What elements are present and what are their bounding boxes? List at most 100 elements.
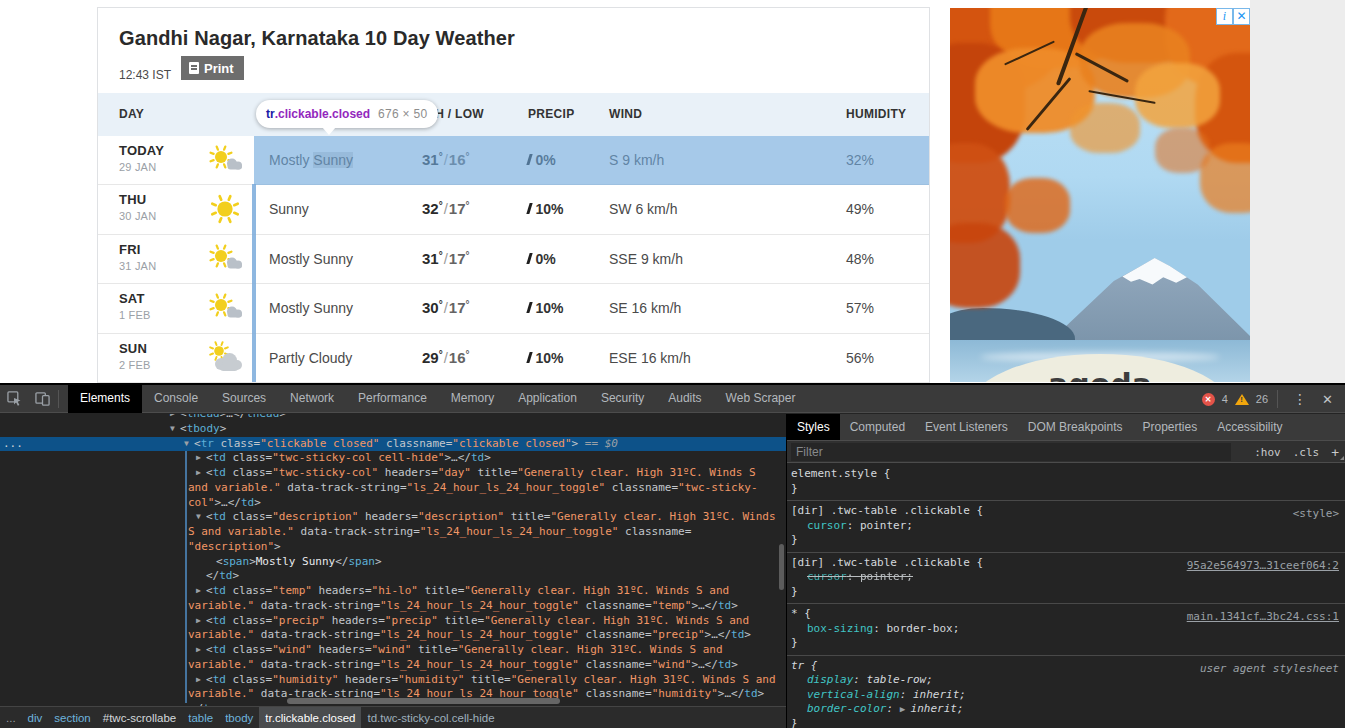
forecast-row-today[interactable]: TODAY29 JANMostly Sunny31°/16°0%S 9 km/h…	[98, 136, 929, 185]
sidebar-tab-properties[interactable]: Properties	[1132, 414, 1207, 440]
devtools-tab-elements[interactable]: Elements	[68, 385, 142, 413]
ad-close-icon[interactable]: ✕	[1233, 8, 1250, 25]
dom-tree-node[interactable]: ▶<td class="wind" headers="wind" title="…	[0, 643, 786, 658]
devtools-menu-icon[interactable]: ⋮	[1287, 391, 1313, 407]
style-rule[interactable]: tr {user agent stylesheetdisplay: table-…	[787, 656, 1345, 728]
devtools-tab-memory[interactable]: Memory	[439, 385, 506, 413]
devtools-close-icon[interactable]: ✕	[1320, 392, 1337, 407]
dom-tree-node[interactable]: col">…</td>	[0, 496, 786, 511]
devtools-tab-web-scraper[interactable]: Web Scraper	[714, 385, 808, 413]
breadcrumb-item[interactable]: tr.clickable.closed	[259, 707, 361, 728]
dom-tree-node[interactable]: variable." data-track-string="ls_24_hour…	[0, 658, 786, 673]
styles-sidebar: StylesComputedEvent ListenersDOM Breakpo…	[786, 414, 1345, 728]
temperature-value: 32°/17°	[422, 200, 470, 217]
breadcrumb-item[interactable]: table	[182, 707, 219, 728]
styles-filter-bar: Filter :hov .cls +	[787, 441, 1345, 463]
dom-tree-node[interactable]: and variable." data-track-string="ls_24_…	[0, 481, 786, 496]
forecast-row-thu[interactable]: THU30 JANSunny32°/17°10%SW 6 km/h49%	[98, 185, 929, 234]
ad-info-icon[interactable]: i	[1216, 8, 1233, 25]
devtools-toolbar: ElementsConsoleSourcesNetworkPerformance…	[0, 385, 1345, 413]
devtools-tab-security[interactable]: Security	[589, 385, 656, 413]
style-rule-source[interactable]: 95a2e564973…31ceef064:2	[1187, 559, 1339, 574]
pseudo-state-toggle[interactable]: :hov	[1254, 446, 1281, 459]
style-rule-source[interactable]: main.1341cf…3bc24.css:1	[1187, 610, 1339, 625]
dom-tree-node[interactable]: variable." data-track-string="ls_24_hour…	[0, 628, 786, 643]
local-time: 12:43 IST	[119, 63, 171, 87]
wind-value: ESE 16 km/h	[609, 350, 691, 366]
column-header: PRECIP	[528, 107, 574, 121]
humidity-value: 57%	[846, 300, 874, 316]
devtools-tab-network[interactable]: Network	[278, 385, 346, 413]
dom-tree-node[interactable]: variable." data-track-string="ls_24_hour…	[0, 599, 786, 614]
sidebar-tab-styles[interactable]: Styles	[787, 414, 840, 440]
css-property[interactable]: vertical-align: inherit;	[791, 688, 1341, 703]
tooltip-tag: tr	[266, 107, 275, 121]
dom-tree-node[interactable]: ▶<td class="humidity" headers="humidity"…	[0, 673, 786, 688]
devtools-tab-application[interactable]: Application	[506, 385, 589, 413]
breadcrumb-item[interactable]: div	[22, 707, 49, 728]
print-button[interactable]: Print	[181, 56, 244, 80]
sidebar-tab-event-listeners[interactable]: Event Listeners	[915, 414, 1018, 440]
sidebar-tab-accessibility[interactable]: Accessibility	[1207, 414, 1292, 440]
forecast-row-sun[interactable]: SUN2 FEBPartly Cloudy29°/16°10%ESE 16 km…	[98, 334, 929, 383]
date-label: 1 FEB	[119, 309, 151, 321]
dom-tree-node[interactable]: ▶<thead>…</thead>	[0, 414, 786, 422]
dom-tree-node[interactable]: <span>Mostly Sunny</span>	[0, 555, 786, 570]
dom-tree-node[interactable]: "description">	[0, 540, 786, 555]
ad-scenery-art: i ✕	[1216, 8, 1250, 25]
devtools-panel: ElementsConsoleSourcesNetworkPerformance…	[0, 383, 1345, 728]
style-rule[interactable]: * {main.1341cf…3bc24.css:1box-sizing: bo…	[787, 604, 1345, 656]
horizontal-scrollbar[interactable]	[287, 698, 560, 704]
style-rule-source[interactable]: <style>	[1293, 507, 1339, 522]
devtools-tab-audits[interactable]: Audits	[656, 385, 713, 413]
dom-tree-node[interactable]: S and variable." data-track-string="ls_2…	[0, 525, 786, 540]
dom-tree-node[interactable]: ▶<td class="twc-sticky-col" headers="day…	[0, 466, 786, 481]
date-label: 30 JAN	[119, 210, 156, 222]
condition-label: Sunny	[269, 201, 309, 217]
inspect-guide-line	[252, 184, 256, 382]
day-label: SUN	[119, 341, 151, 356]
vertical-scrollbar[interactable]	[779, 544, 784, 590]
error-count[interactable]: 4	[1222, 393, 1228, 405]
style-rule-source[interactable]: user agent stylesheet	[1200, 662, 1339, 677]
breadcrumb-item[interactable]: section	[48, 707, 96, 728]
warning-count[interactable]: 26	[1256, 393, 1268, 405]
devtools-tab-console[interactable]: Console	[142, 385, 210, 413]
forecast-row-fri[interactable]: FRI31 JANMostly Sunny31°/17°0%SSE 9 km/h…	[98, 235, 929, 284]
breadcrumb-item[interactable]: td.twc-sticky-col.cell-hide	[361, 707, 500, 728]
dom-tree-node[interactable]: ▼<tbody>	[0, 422, 786, 437]
new-style-rule-button[interactable]: +	[1331, 445, 1339, 460]
dom-tree-node[interactable]: </td>	[0, 569, 786, 584]
device-toolbar-icon[interactable]	[28, 385, 56, 413]
breadcrumb-item[interactable]: #twc-scrollabe	[97, 707, 183, 728]
style-rule[interactable]: element.style {}	[787, 464, 1345, 501]
ad-banner[interactable]: agoda i ✕	[950, 8, 1250, 382]
day-label: TODAY	[119, 143, 164, 158]
dom-tree-node[interactable]: ▼<td class="description" headers="descri…	[0, 510, 786, 525]
forecast-row-sat[interactable]: SAT1 FEBMostly Sunny30°/17°10%SE 16 km/h…	[98, 284, 929, 333]
sidebar-tab-computed[interactable]: Computed	[840, 414, 915, 440]
inspect-tooltip: tr.clickable.closed 676 × 50	[256, 100, 438, 128]
sidebar-tab-dom-breakpoints[interactable]: DOM Breakpoints	[1018, 414, 1133, 440]
inspect-element-icon[interactable]	[0, 385, 28, 413]
devtools-tab-sources[interactable]: Sources	[210, 385, 278, 413]
partly-cloudy-icon	[206, 340, 246, 376]
style-rule[interactable]: [dir] .twc-table .clickable {95a2e564973…	[787, 553, 1345, 605]
precip-value: 10%	[528, 350, 564, 366]
dom-tree-node[interactable]: ▶<td class="temp" headers="hi-lo" title=…	[0, 584, 786, 599]
dom-tree-node[interactable]: ▶<td class="twc-sticky-col cell-hide">…<…	[0, 451, 786, 466]
condition-label: Mostly Sunny	[269, 251, 353, 267]
devtools-tab-performance[interactable]: Performance	[346, 385, 439, 413]
mostly-sunny-icon	[206, 142, 246, 178]
dom-tree-node[interactable]: ▼<tr class="clickable closed" classname=…	[0, 437, 786, 452]
filter-input[interactable]: Filter	[791, 443, 1231, 461]
style-rule[interactable]: [dir] .twc-table .clickable {<style>curs…	[787, 501, 1345, 553]
breadcrumb-item[interactable]: tbody	[219, 707, 259, 728]
day-label: FRI	[119, 242, 156, 257]
ad-foliage-art	[1155, 128, 1210, 173]
css-property[interactable]: cursor: pointer;	[791, 519, 1341, 534]
humidity-value: 48%	[846, 251, 874, 267]
class-toggle[interactable]: .cls	[1293, 446, 1320, 459]
dom-tree-node[interactable]: ▶<td class="precip" headers="precip" tit…	[0, 614, 786, 629]
css-property[interactable]: border-color: ▶ inherit;	[791, 702, 1341, 717]
